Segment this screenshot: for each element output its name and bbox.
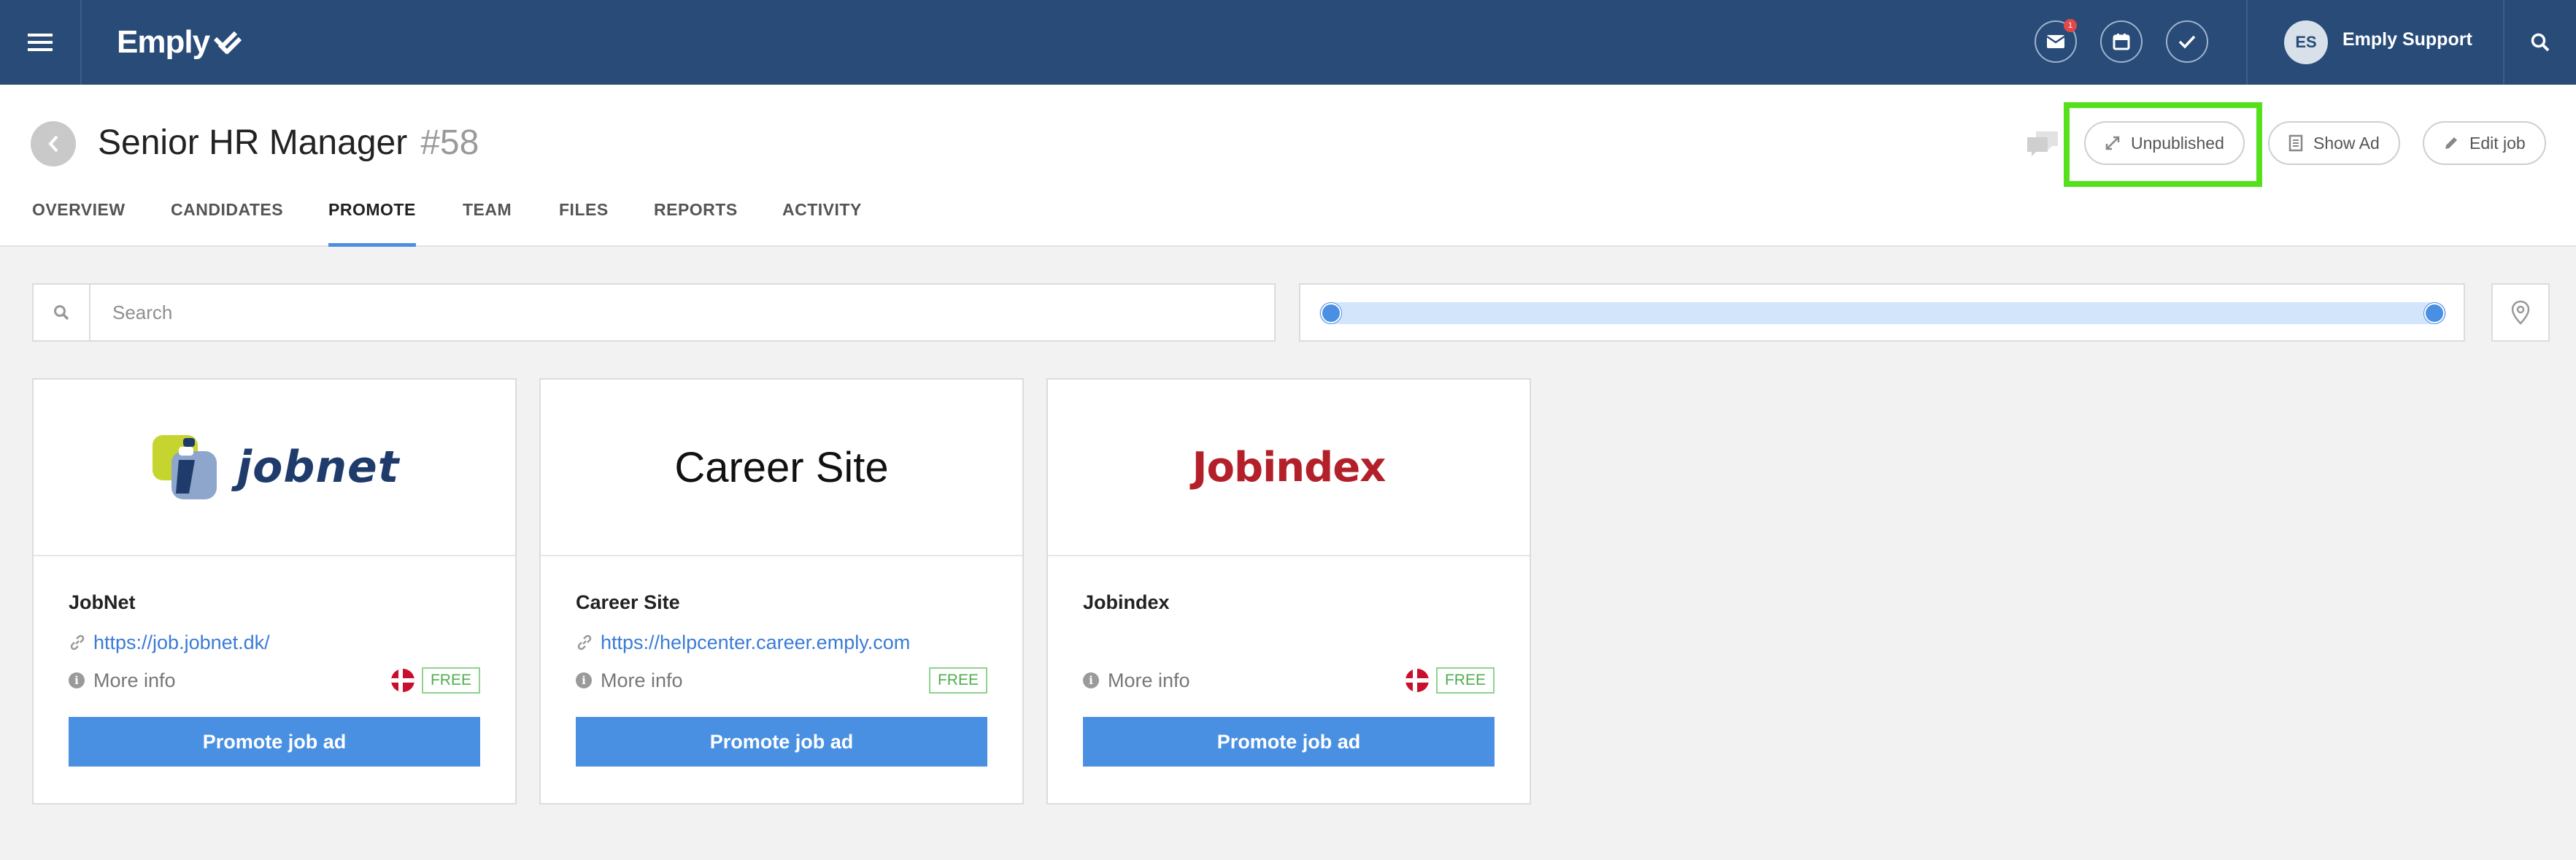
- promote-job-ad-button[interactable]: Promote job ad: [576, 717, 987, 767]
- user-avatar[interactable]: ES: [2284, 20, 2328, 64]
- channel-logo: Jobindex: [1048, 380, 1530, 556]
- edit-job-label: Edit job: [2469, 133, 2526, 153]
- menu-toggle-button[interactable]: [0, 0, 82, 85]
- tab-candidates[interactable]: CANDIDATES: [171, 194, 283, 247]
- show-ad-label: Show Ad: [2313, 133, 2380, 153]
- tab-files[interactable]: FILES: [559, 194, 609, 247]
- global-search-button[interactable]: [2504, 0, 2576, 85]
- edit-job-button[interactable]: Edit job: [2423, 121, 2546, 165]
- range-slider: [1299, 283, 2465, 342]
- tab-overview[interactable]: OVERVIEW: [32, 194, 126, 247]
- calendar-icon: [2113, 34, 2130, 50]
- brand-logo[interactable]: Emply: [117, 20, 242, 64]
- location-pin-icon: [2511, 300, 2530, 325]
- channel-card-career-site: Career Site Career Site https://helpcent…: [539, 378, 1024, 805]
- promote-job-ad-button[interactable]: Promote job ad: [69, 717, 480, 767]
- channel-url: https://helpcenter.career.emply.com: [601, 631, 911, 653]
- channel-name: Jobindex: [1083, 591, 1170, 613]
- brand-name: Emply: [117, 24, 210, 60]
- location-filter-button[interactable]: [2491, 283, 2550, 342]
- tasks-button[interactable]: [2166, 20, 2208, 63]
- free-badge: FREE: [421, 667, 480, 694]
- badges: FREE: [390, 667, 480, 694]
- link-icon: [577, 634, 592, 650]
- channel-card-jobnet: jobnet JobNet https://job.jobnet.dk/ i M…: [32, 378, 517, 805]
- channel-logo: Career Site: [541, 380, 1022, 556]
- search-icon: [2531, 33, 2550, 52]
- info-icon: i: [1083, 672, 1099, 688]
- search-icon-container: [34, 285, 90, 340]
- job-header: Senior HR Manager #58 Unpublished Show Ad…: [0, 85, 2576, 247]
- channel-card-jobindex: Jobindex Jobindex i More info FREE Promo…: [1046, 378, 1531, 805]
- user-name[interactable]: Emply Support: [2342, 29, 2472, 50]
- more-info-link[interactable]: i More info: [69, 669, 176, 692]
- channel-name: Career Site: [576, 591, 680, 613]
- unpublished-label: Unpublished: [2131, 133, 2224, 153]
- free-badge: FREE: [1435, 667, 1495, 694]
- card-body: Career Site https://helpcenter.career.em…: [576, 591, 987, 694]
- channel-url-link[interactable]: https://helpcenter.career.emply.com: [576, 631, 987, 654]
- channel-url-link[interactable]: https://job.jobnet.dk/: [69, 631, 480, 654]
- search-icon: [54, 305, 69, 320]
- channel-logo: jobnet: [34, 380, 515, 556]
- job-number: #58: [420, 123, 479, 162]
- free-badge: FREE: [928, 667, 987, 694]
- slider-handle-min[interactable]: [1321, 303, 1341, 323]
- more-info-link[interactable]: i More info: [576, 669, 683, 692]
- card-body: Jobindex i More info FREE: [1083, 591, 1495, 694]
- channel-name: JobNet: [69, 591, 136, 613]
- divider: [2246, 0, 2248, 85]
- envelope-icon: [2046, 35, 2065, 48]
- brand-check-icon: [214, 31, 242, 54]
- badges: FREE: [928, 667, 987, 694]
- more-info-label: More info: [1108, 669, 1190, 691]
- unpublish-icon: [2105, 136, 2120, 150]
- channel-url: https://job.jobnet.dk/: [93, 631, 270, 653]
- jobnet-mark-icon: [152, 435, 217, 499]
- document-icon: [2288, 134, 2303, 152]
- jobnet-logo: jobnet: [150, 431, 400, 504]
- messages-button[interactable]: 1: [2035, 19, 2077, 63]
- page-title: Senior HR Manager #58: [98, 123, 479, 163]
- slider-track[interactable]: [1319, 302, 2446, 324]
- show-ad-button[interactable]: Show Ad: [2268, 121, 2400, 165]
- card-body: JobNet https://job.jobnet.dk/ i More inf…: [69, 591, 480, 694]
- calendar-button[interactable]: [2100, 20, 2143, 63]
- top-navigation-bar: Emply 1 ES Emply Support: [0, 0, 2576, 85]
- info-icon: i: [69, 672, 85, 688]
- more-info-link[interactable]: i More info: [1083, 669, 1190, 692]
- search-bar: [32, 283, 1276, 342]
- chevron-left-icon: [48, 135, 58, 153]
- slider-fill: [1321, 302, 2445, 324]
- slider-handle-max[interactable]: [2424, 303, 2445, 323]
- notification-badge: 1: [2064, 19, 2077, 32]
- hamburger-icon: [28, 34, 53, 51]
- link-icon: [70, 634, 85, 650]
- card-meta: i More info FREE: [1083, 667, 1495, 694]
- card-meta: i More info FREE: [69, 667, 480, 694]
- unpublished-button[interactable]: Unpublished: [2084, 121, 2245, 165]
- jobindex-logo: Jobindex: [1192, 443, 1387, 491]
- more-info-label: More info: [601, 669, 683, 691]
- tab-promote[interactable]: PROMOTE: [328, 194, 416, 247]
- logo-text: jobnet: [236, 442, 400, 493]
- badges: FREE: [1405, 667, 1495, 694]
- tab-team[interactable]: TEAM: [463, 194, 512, 247]
- channel-url-link: [1083, 631, 1495, 654]
- tab-activity[interactable]: ACTIVITY: [782, 194, 862, 247]
- pencil-icon: [2445, 137, 2457, 149]
- comments-icon[interactable]: [2026, 130, 2059, 158]
- denmark-flag-icon: [1405, 669, 1429, 692]
- tab-reports[interactable]: REPORTS: [654, 194, 738, 247]
- info-icon: i: [576, 672, 592, 688]
- card-meta: i More info FREE: [576, 667, 987, 694]
- promote-job-ad-button[interactable]: Promote job ad: [1083, 717, 1495, 767]
- more-info-label: More info: [93, 669, 176, 691]
- checkmark-icon: [2178, 35, 2196, 49]
- back-button[interactable]: [31, 121, 76, 166]
- denmark-flag-icon: [390, 669, 414, 692]
- career-site-logo: Career Site: [674, 443, 889, 491]
- job-title: Senior HR Manager: [98, 123, 408, 162]
- search-input[interactable]: [90, 285, 1274, 340]
